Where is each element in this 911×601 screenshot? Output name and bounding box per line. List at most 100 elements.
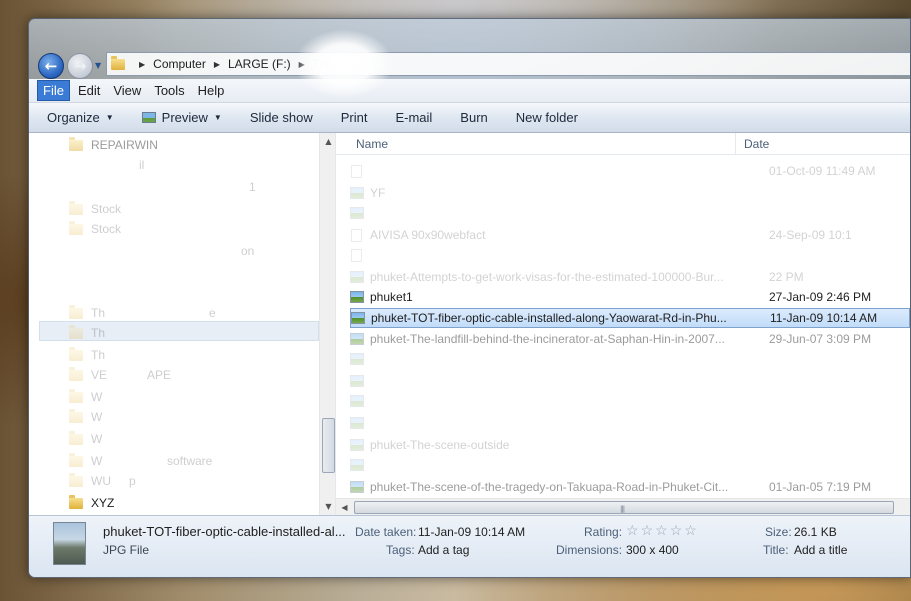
image-file-icon bbox=[350, 271, 364, 283]
new-folder-button[interactable]: New folder bbox=[516, 110, 578, 125]
menu-edit[interactable]: Edit bbox=[73, 81, 105, 100]
nav-ghost-label: il bbox=[139, 158, 145, 172]
title-value[interactable]: Add a title bbox=[794, 543, 847, 557]
dimensions-value: 300 x 400 bbox=[626, 543, 679, 557]
folder-icon bbox=[69, 430, 83, 445]
navigation-pane: REPAIRWIN il 1 Stock Stock on Th e Th Th… bbox=[29, 133, 336, 515]
slideshow-button[interactable]: Slide show bbox=[250, 110, 313, 125]
nav-folder[interactable]: W bbox=[69, 387, 102, 407]
details-pane: phuket-TOT-fiber-optic-cable-installed-a… bbox=[29, 515, 910, 577]
nav-ghost-text: APE bbox=[147, 365, 171, 385]
burn-button[interactable]: Burn bbox=[460, 110, 487, 125]
file-row[interactable]: phuket-The-scene-of-the-tragedy-on-Takua… bbox=[350, 477, 910, 497]
star-icon[interactable]: ☆ bbox=[684, 522, 697, 538]
email-button[interactable]: E-mail bbox=[395, 110, 432, 125]
file-row[interactable] bbox=[350, 349, 910, 369]
file-row[interactable]: phuket-The-landfill-behind-the-incinerat… bbox=[350, 329, 910, 349]
file-row-selected[interactable]: phuket-TOT-fiber-optic-cable-installed-a… bbox=[350, 308, 910, 328]
file-row[interactable] bbox=[350, 371, 910, 391]
file-name: phuket-The-landfill-behind-the-incinerat… bbox=[370, 332, 725, 346]
star-icon[interactable]: ☆ bbox=[626, 522, 639, 538]
chevron-down-icon: ▼ bbox=[105, 113, 114, 122]
file-name: phuket-The-scene-of-the-tragedy-on-Takua… bbox=[370, 480, 729, 494]
horizontal-scroll-thumb[interactable]: ||| bbox=[354, 501, 894, 514]
nav-folder-label: Stock bbox=[91, 202, 122, 216]
column-header-name[interactable]: Name bbox=[336, 133, 736, 154]
nav-folder[interactable]: Th bbox=[69, 345, 105, 365]
nav-folder[interactable]: W bbox=[69, 407, 102, 427]
breadcrumb-computer[interactable]: Computer bbox=[153, 57, 206, 71]
image-file-icon bbox=[350, 481, 364, 493]
folder-icon bbox=[69, 200, 83, 215]
chevron-right-icon[interactable]: ▶ bbox=[139, 60, 145, 69]
scroll-down-icon[interactable]: ▼ bbox=[320, 498, 335, 515]
menu-view[interactable]: View bbox=[108, 81, 146, 100]
horizontal-scrollbar[interactable]: ◀ ||| bbox=[336, 498, 910, 515]
file-row[interactable] bbox=[350, 245, 910, 265]
tags-value[interactable]: Add a tag bbox=[418, 543, 469, 557]
nav-folder-label: VE bbox=[91, 368, 108, 382]
file-date: 11-Jan-09 10:14 AM bbox=[770, 311, 878, 325]
address-bar[interactable]: ▶ Computer ▶ LARGE (F:) ▶ TH bbox=[106, 52, 910, 76]
nav-folder[interactable]: VE bbox=[69, 365, 107, 385]
file-row[interactable] bbox=[350, 203, 910, 223]
nav-folder-label: Stock bbox=[91, 222, 122, 236]
file-name: phuket-The-scene-outside bbox=[370, 438, 510, 452]
nav-folder[interactable]: Stock bbox=[69, 199, 121, 219]
scroll-thumb[interactable] bbox=[322, 418, 335, 473]
print-button[interactable]: Print bbox=[341, 110, 368, 125]
menu-tools[interactable]: Tools bbox=[149, 81, 189, 100]
nav-folder-label: XYZ bbox=[91, 496, 115, 510]
file-row[interactable]: 01-Oct-09 11:49 AM bbox=[350, 161, 910, 181]
nav-folder[interactable]: W bbox=[69, 451, 102, 471]
image-file-icon bbox=[350, 207, 364, 219]
nav-folder[interactable]: Stock bbox=[69, 219, 121, 239]
scroll-left-icon[interactable]: ◀ bbox=[336, 499, 353, 516]
chevron-right-icon[interactable]: ▶ bbox=[214, 60, 220, 69]
nav-folder[interactable]: Th bbox=[69, 303, 105, 323]
file-row[interactable] bbox=[350, 391, 910, 411]
recent-pages-button[interactable]: ▼ bbox=[95, 61, 101, 70]
file-row-phuket1[interactable]: phuket1 27-Jan-09 2:46 PM bbox=[350, 287, 910, 307]
file-row[interactable]: phuket-Attempts-to-get-work-visas-for-th… bbox=[350, 267, 910, 287]
nav-ghost-label: 1 bbox=[249, 180, 256, 194]
star-icon[interactable]: ☆ bbox=[641, 522, 654, 538]
preview-button[interactable]: Preview ▼ bbox=[141, 110, 222, 125]
forward-button[interactable]: → bbox=[67, 53, 93, 79]
nav-folder[interactable]: WU bbox=[69, 471, 111, 491]
nav-ghost-text: 1 bbox=[249, 177, 256, 197]
back-button[interactable]: ← bbox=[38, 53, 64, 79]
file-row[interactable]: phuket-The-scene-outside bbox=[350, 435, 910, 455]
nav-folder-label: W bbox=[91, 454, 103, 468]
date-taken-value[interactable]: 11-Jan-09 10:14 AM bbox=[418, 525, 525, 539]
file-date: 24-Sep-09 10:1 bbox=[769, 228, 852, 242]
nav-folder-xyz[interactable]: XYZ bbox=[69, 493, 114, 513]
breadcrumb-drive[interactable]: LARGE (F:) bbox=[228, 57, 291, 71]
nav-folder[interactable]: REPAIRWIN bbox=[69, 135, 158, 155]
menu-file[interactable]: File bbox=[37, 80, 70, 101]
menu-help[interactable]: Help bbox=[193, 81, 230, 100]
nav-folder[interactable]: W bbox=[69, 429, 102, 449]
file-row[interactable] bbox=[350, 455, 910, 475]
scroll-up-icon[interactable]: ▲ bbox=[320, 133, 335, 150]
file-row[interactable]: AIVISA 90x90webfact 24-Sep-09 10:1 bbox=[350, 225, 910, 245]
star-icon[interactable]: ☆ bbox=[655, 522, 668, 538]
folder-icon bbox=[69, 304, 83, 319]
date-taken-label: Date taken: bbox=[355, 525, 417, 539]
rating-stars[interactable]: ☆ ☆ ☆ ☆ ☆ bbox=[626, 522, 699, 539]
details-filetype: JPG File bbox=[103, 543, 150, 557]
file-row[interactable]: YF bbox=[350, 183, 910, 203]
folder-icon bbox=[69, 452, 83, 467]
star-icon[interactable]: ☆ bbox=[670, 522, 683, 538]
file-row[interactable] bbox=[350, 413, 910, 433]
file-name: phuket-Attempts-to-get-work-visas-for-th… bbox=[370, 270, 724, 284]
image-file-icon bbox=[350, 417, 364, 429]
nav-scrollbar[interactable]: ▲ ▼ bbox=[319, 133, 335, 515]
nav-folder[interactable]: Th bbox=[69, 323, 105, 343]
nav-ghost-label: APE bbox=[147, 368, 172, 382]
image-file-icon bbox=[350, 459, 364, 471]
image-preview-icon bbox=[141, 112, 156, 123]
arrow-left-icon: ← bbox=[44, 57, 58, 75]
column-header-date[interactable]: Date bbox=[736, 137, 769, 151]
organize-button[interactable]: Organize ▼ bbox=[47, 110, 114, 125]
